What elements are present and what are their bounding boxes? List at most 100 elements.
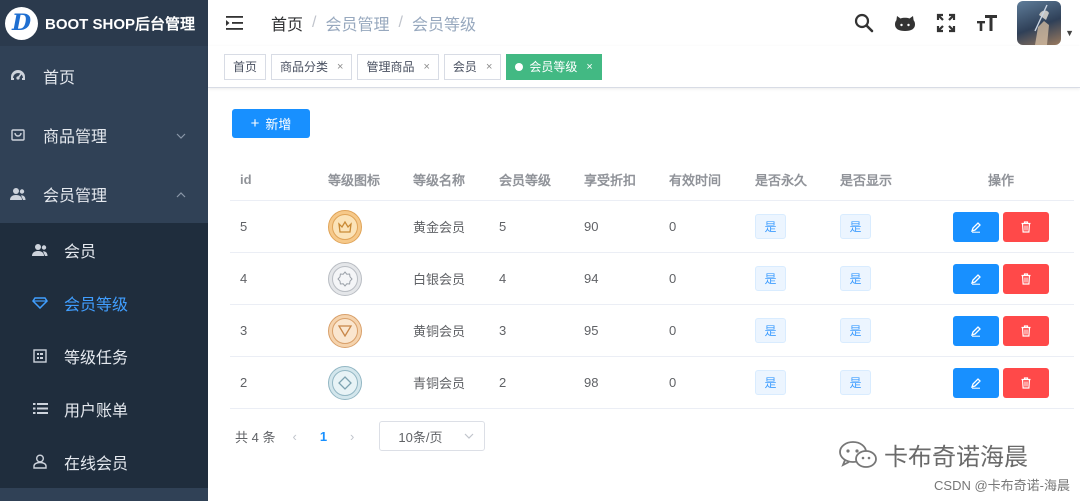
chevron-up-icon (176, 185, 186, 203)
add-button[interactable]: + 新增 (232, 109, 310, 138)
online-user-icon (32, 454, 48, 469)
edit-button[interactable] (953, 367, 999, 398)
brand-logo-letter: D (11, 10, 32, 36)
sidebar-item-goods[interactable]: 商品管理 (0, 105, 208, 164)
sidebar-subitem-member-level[interactable]: 会员等级 (0, 276, 208, 329)
column-header: 是否永久 (755, 173, 808, 188)
edit-button[interactable] (953, 211, 999, 242)
goods-icon (10, 128, 26, 142)
edit-icon (970, 273, 981, 285)
breadcrumb-item-member-level: 会员等级 (411, 17, 476, 34)
tag-home[interactable]: 首页 (224, 53, 267, 80)
watermark-text: 卡布奇诺海晨 (884, 443, 1028, 471)
column-header: 是否显示 (840, 173, 893, 188)
cell-medal (318, 261, 403, 296)
pagination-total: 共 4 条 (235, 429, 276, 445)
column-header: id (240, 172, 252, 187)
sidebar-subitem-user-bill[interactable]: 用户账单 (0, 382, 208, 435)
cell-id: 4 (240, 271, 248, 286)
dashboard-icon (10, 69, 26, 83)
page-number-current[interactable]: 1 (320, 429, 327, 444)
brand[interactable]: D BOOT SHOP后台管理 (0, 0, 208, 46)
avatar[interactable] (1017, 1, 1062, 45)
breadcrumb-item-home[interactable]: 首页 (271, 11, 303, 35)
hamburger-icon[interactable] (226, 15, 244, 31)
delete-button[interactable] (1003, 263, 1049, 294)
font-size-icon[interactable] (976, 12, 998, 34)
cell-medal (318, 209, 403, 244)
brand-logo: D (5, 6, 38, 40)
column-header: 等级名称 (413, 173, 466, 188)
navbar: 首页 / 会员管理 / 会员等级 ▼ (208, 0, 1080, 46)
tag-member-level[interactable]: 会员等级 × (506, 53, 602, 80)
sidebar-item-label: 商品管理 (43, 128, 108, 146)
cell-permanent: 是 (745, 318, 830, 343)
trash-icon (1021, 324, 1031, 337)
page-size-select[interactable]: 10条/页 (379, 421, 486, 451)
table-row: 3 黄铜会员 3 95 0 是 是 (230, 305, 1074, 357)
watermark: 卡布奇诺海晨 (838, 437, 1028, 472)
cell-actions (928, 315, 1074, 346)
tag-member[interactable]: 会员 × (443, 53, 502, 80)
close-icon[interactable]: × (586, 61, 592, 73)
sidebar-item-home[interactable]: 首页 (0, 46, 208, 105)
tag-label: 会员 (452, 60, 477, 74)
sidebar-subitem-level-task[interactable]: 等级任务 (0, 329, 208, 382)
edit-icon (970, 377, 981, 389)
trash-icon (1021, 220, 1031, 233)
caret-down-icon[interactable]: ▼ (1065, 28, 1074, 38)
cell-name: 黄铜会员 (413, 324, 466, 339)
cell-level: 4 (499, 271, 507, 286)
search-icon[interactable] (853, 12, 875, 34)
trash-icon (1021, 376, 1031, 389)
column-header: 操作 (987, 173, 1014, 188)
cell-id: 5 (240, 219, 248, 234)
tag-label: 商品分类 (280, 60, 329, 74)
close-icon[interactable]: × (337, 61, 343, 73)
status-badge: 是 (840, 318, 871, 343)
sidebar-subitem-label: 在线会员 (64, 455, 129, 473)
next-page-button[interactable]: › (350, 429, 354, 444)
cell-level: 3 (499, 323, 507, 338)
delete-button[interactable] (1003, 211, 1049, 242)
sidebar-subitem-online-member[interactable]: 在线会员 (0, 435, 208, 488)
cell-valid-time: 0 (669, 219, 677, 234)
cell-medal (318, 365, 403, 400)
close-icon[interactable]: × (486, 61, 492, 73)
sidebar-item-label: 会员管理 (43, 187, 108, 205)
cell-valid-time: 0 (669, 323, 677, 338)
cell-discount: 95 (584, 323, 599, 338)
cell-visible: 是 (830, 266, 928, 291)
close-icon[interactable]: × (423, 61, 429, 73)
breadcrumb-item-members: 会员管理 (325, 17, 390, 34)
chevron-down-icon (464, 430, 474, 442)
sidebar-subitem-member[interactable]: 会员 (0, 223, 208, 276)
edit-button[interactable] (953, 315, 999, 346)
sidebar-subitem-label: 用户账单 (64, 402, 129, 420)
members-icon (10, 187, 26, 201)
wechat-icon (839, 440, 877, 468)
sidebar: D BOOT SHOP后台管理 首页 商品管理 会员管理 会员 会员等级 等级任… (0, 0, 208, 501)
sidebar-item-members[interactable]: 会员管理 (0, 164, 208, 223)
cell-discount: 90 (584, 219, 599, 234)
tags-view: 首页 商品分类 × 管理商品 × 会员 × 会员等级 × (208, 46, 1080, 88)
status-badge: 是 (755, 214, 786, 239)
breadcrumb-separator: / (398, 14, 403, 31)
github-icon[interactable] (894, 12, 916, 34)
column-header: 享受折扣 (584, 173, 637, 188)
cell-discount: 94 (584, 271, 599, 286)
cell-level: 5 (499, 219, 507, 234)
cell-valid-time: 0 (669, 375, 677, 390)
cell-permanent: 是 (745, 266, 830, 291)
delete-button[interactable] (1003, 315, 1049, 346)
delete-button[interactable] (1003, 367, 1049, 398)
prev-page-button[interactable]: ‹ (292, 429, 296, 444)
sidebar-subitem-label: 会员 (64, 243, 97, 261)
tag-manage-goods[interactable]: 管理商品 × (357, 53, 439, 80)
status-badge: 是 (840, 370, 871, 395)
edit-button[interactable] (953, 263, 999, 294)
cell-id: 2 (240, 375, 248, 390)
tag-goods-category[interactable]: 商品分类 × (271, 53, 353, 80)
fullscreen-icon[interactable] (935, 12, 957, 34)
cell-name: 白银会员 (413, 272, 466, 287)
